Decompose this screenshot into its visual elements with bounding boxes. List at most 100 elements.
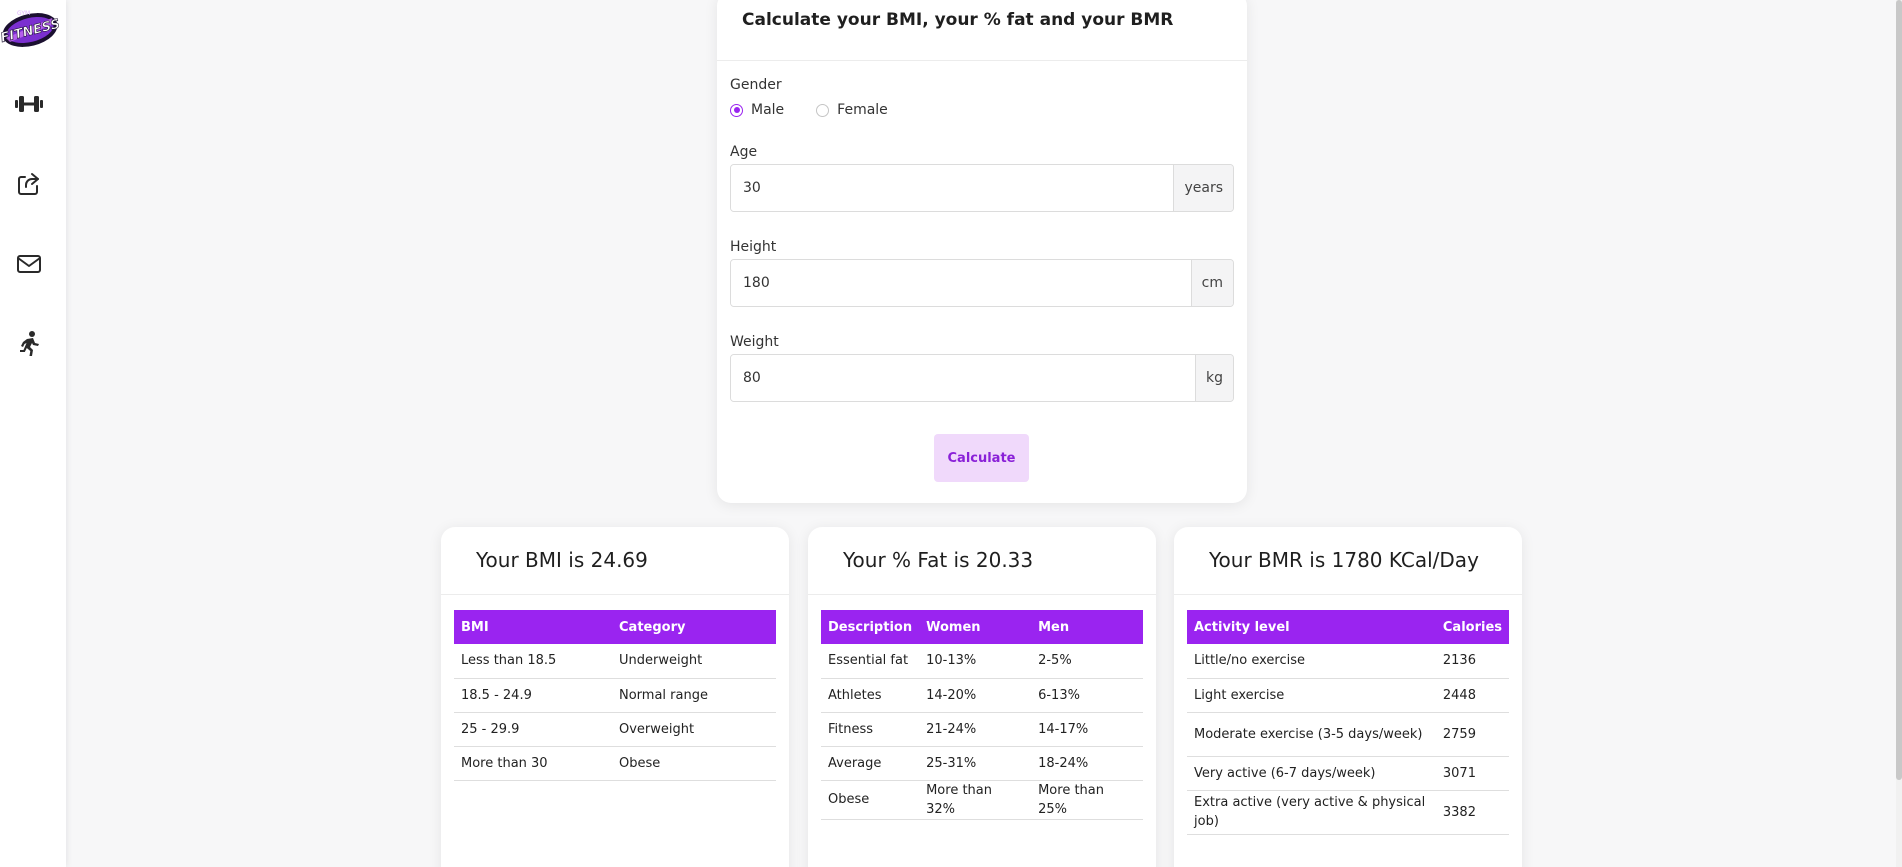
table-cell: Athletes	[821, 678, 920, 713]
table-cell: 25-31%	[919, 746, 1032, 781]
weight-input-group: kg	[730, 354, 1234, 402]
table-cell: Obese	[612, 746, 776, 781]
bmr-table: Activity level Calories Little/no exerci…	[1187, 610, 1509, 835]
bmi-result-card: Your BMI is 24.69 BMI Category Less than…	[441, 527, 789, 867]
table-row: Little/no exercise 2136	[1187, 644, 1509, 679]
column-header: Calories	[1435, 610, 1509, 644]
table-cell: 2448	[1435, 678, 1509, 713]
table-cell: 6-13%	[1031, 678, 1143, 713]
table-header-row: Description Women Men	[821, 610, 1143, 644]
table-cell: 3382	[1435, 790, 1509, 835]
table-row: 25 - 29.9 Overweight	[454, 712, 776, 747]
male-radio[interactable]	[730, 103, 743, 117]
table-row: Less than 18.5 Underweight	[454, 644, 776, 679]
calculate-button[interactable]: Calculate	[934, 434, 1029, 482]
table-cell: Extra active (very active & physical job…	[1187, 790, 1436, 835]
table-cell: Normal range	[612, 678, 776, 713]
age-unit: years	[1173, 165, 1233, 211]
column-header: Men	[1031, 610, 1143, 644]
table-cell: Less than 18.5	[454, 644, 612, 679]
table-cell: Underweight	[612, 644, 776, 679]
bmr-result-card: Your BMR is 1780 KCal/Day Activity level…	[1174, 527, 1522, 867]
table-cell: Fitness	[821, 712, 920, 747]
weight-label: Weight	[730, 334, 779, 350]
column-header: Category	[612, 610, 776, 644]
weight-input[interactable]	[731, 355, 1195, 401]
female-radio[interactable]	[816, 103, 830, 117]
column-header: Description	[821, 610, 920, 644]
table-cell: 14-17%	[1031, 712, 1143, 747]
table-cell: 2759	[1435, 712, 1509, 757]
table-cell: Very active (6-7 days/week)	[1187, 756, 1436, 791]
table-cell: 21-24%	[919, 712, 1032, 747]
table-cell: 3071	[1435, 756, 1509, 791]
height-unit: cm	[1190, 260, 1233, 306]
mail-icon	[15, 252, 43, 280]
table-cell: Essential fat	[821, 644, 920, 679]
weight-unit: kg	[1195, 355, 1233, 401]
table-row: 18.5 - 24.9 Normal range	[454, 678, 776, 713]
table-row: Extra active (very active & physical job…	[1187, 790, 1509, 835]
table-row: Athletes 14-20% 6-13%	[821, 678, 1143, 713]
running-icon	[16, 330, 42, 362]
table-cell: 2-5%	[1031, 644, 1143, 679]
table-cell: More than 30	[454, 746, 612, 781]
height-input[interactable]	[731, 260, 1191, 306]
table-cell: Moderate exercise (3-5 days/week)	[1187, 712, 1436, 757]
sidebar-item-contact[interactable]	[14, 251, 44, 281]
calculator-card: Calculate your BMI, your % fat and your …	[717, 0, 1247, 503]
table-cell: 18-24%	[1031, 746, 1143, 781]
table-cell: Obese	[821, 780, 920, 820]
table-cell: 18.5 - 24.9	[454, 678, 612, 713]
bmi-table: BMI Category Less than 18.5 Underweight 1…	[454, 610, 776, 781]
female-radio-label[interactable]: Female	[837, 102, 888, 118]
scrollbar-thumb[interactable]	[1896, 0, 1902, 780]
age-input[interactable]	[731, 165, 1174, 211]
height-input-group: cm	[730, 259, 1234, 307]
sidebar-item-share[interactable]	[14, 171, 44, 201]
table-cell: 14-20%	[919, 678, 1032, 713]
table-cell: Average	[821, 746, 920, 781]
table-cell: More than 32%	[919, 780, 1032, 820]
table-cell: More than 25%	[1031, 780, 1143, 820]
table-cell: 2136	[1435, 644, 1509, 679]
table-cell: Little/no exercise	[1187, 644, 1436, 679]
sidebar-item-workouts[interactable]	[14, 91, 44, 121]
table-row: Obese More than 32% More than 25%	[821, 780, 1143, 820]
column-header: BMI	[454, 610, 612, 644]
dumbbell-icon	[14, 93, 44, 119]
sidebar-item-activity[interactable]	[14, 331, 44, 361]
form-title: Calculate your BMI, your % fat and your …	[717, 0, 1247, 61]
table-row: Very active (6-7 days/week) 3071	[1187, 756, 1509, 791]
bmi-result-title: Your BMI is 24.69	[441, 527, 789, 595]
column-header: Women	[919, 610, 1032, 644]
bmr-result-title: Your BMR is 1780 KCal/Day	[1174, 527, 1522, 595]
logo-small-text: GYM	[17, 10, 30, 17]
table-cell: Light exercise	[1187, 678, 1436, 713]
table-cell: Overweight	[612, 712, 776, 747]
sidebar: FITNESS GYM	[0, 0, 66, 867]
table-header-row: Activity level Calories	[1187, 610, 1509, 644]
gym-fitness-logo[interactable]: FITNESS GYM	[0, 2, 62, 52]
table-row: Light exercise 2448	[1187, 678, 1509, 713]
table-row: Moderate exercise (3-5 days/week) 2759	[1187, 712, 1509, 757]
height-label: Height	[730, 239, 777, 255]
fat-result-card: Your % Fat is 20.33 Description Women Me…	[808, 527, 1156, 867]
table-row: Essential fat 10-13% 2-5%	[821, 644, 1143, 679]
table-row: Average 25-31% 18-24%	[821, 746, 1143, 781]
age-label: Age	[730, 144, 758, 160]
table-cell: 10-13%	[919, 644, 1032, 679]
share-icon	[15, 170, 43, 202]
gender-radio-group: Male Female	[730, 102, 920, 118]
fat-table: Description Women Men Essential fat 10-13…	[821, 610, 1143, 820]
vertical-scrollbar[interactable]	[1896, 0, 1902, 867]
age-input-group: years	[730, 164, 1234, 212]
table-cell: 25 - 29.9	[454, 712, 612, 747]
gender-label: Gender	[730, 77, 782, 93]
table-row: Fitness 21-24% 14-17%	[821, 712, 1143, 747]
table-row: More than 30 Obese	[454, 746, 776, 781]
table-header-row: BMI Category	[454, 610, 776, 644]
fat-result-title: Your % Fat is 20.33	[808, 527, 1156, 595]
column-header: Activity level	[1187, 610, 1436, 644]
male-radio-label[interactable]: Male	[751, 102, 784, 118]
